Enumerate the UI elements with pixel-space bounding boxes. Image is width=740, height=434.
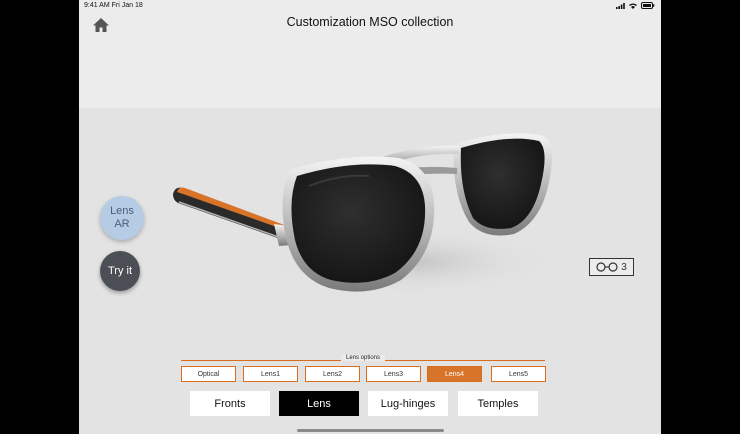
- lens-option-lens4[interactable]: Lens4: [427, 366, 482, 382]
- tab-lens[interactable]: Lens: [279, 391, 359, 416]
- sunglasses-3d-model[interactable]: [169, 122, 564, 302]
- lens-options-title: Lens options: [340, 355, 386, 361]
- try-it-button[interactable]: Try it: [100, 251, 140, 291]
- tab-fronts[interactable]: Fronts: [190, 391, 270, 416]
- signal-icon: [616, 2, 625, 9]
- status-time: 9:41 AM Fri Jan 18: [84, 2, 143, 9]
- lens-ar-label-line1: Lens: [110, 205, 134, 217]
- app-screen: 9:41 AM Fri Jan 18 Customization MSO col…: [79, 0, 661, 434]
- lens-ar-button[interactable]: Lens AR: [100, 196, 144, 240]
- glasses-icon: [596, 262, 618, 272]
- compare-count: 3: [621, 261, 627, 273]
- lens-option-lens2[interactable]: Lens2: [305, 366, 360, 382]
- wifi-icon: [629, 3, 637, 9]
- tab-temples[interactable]: Temples: [458, 391, 538, 416]
- tab-lug-hinges[interactable]: Lug-hinges: [368, 391, 448, 416]
- lens-ar-label-line2: AR: [114, 218, 130, 230]
- try-it-label: Try it: [107, 265, 133, 277]
- page-title: Customization MSO collection: [286, 15, 454, 29]
- lens-option-lens1[interactable]: Lens1: [243, 366, 298, 382]
- status-bar: 9:41 AM Fri Jan 18: [79, 0, 661, 11]
- lens-option-optical[interactable]: Optical: [181, 366, 236, 382]
- lens-option-lens3[interactable]: Lens3: [366, 366, 421, 382]
- compare-glasses-button[interactable]: 3: [589, 258, 634, 276]
- status-icons: [616, 0, 655, 11]
- battery-icon: [641, 2, 655, 9]
- lens-option-lens5[interactable]: Lens5: [491, 366, 546, 382]
- home-indicator[interactable]: [297, 429, 444, 432]
